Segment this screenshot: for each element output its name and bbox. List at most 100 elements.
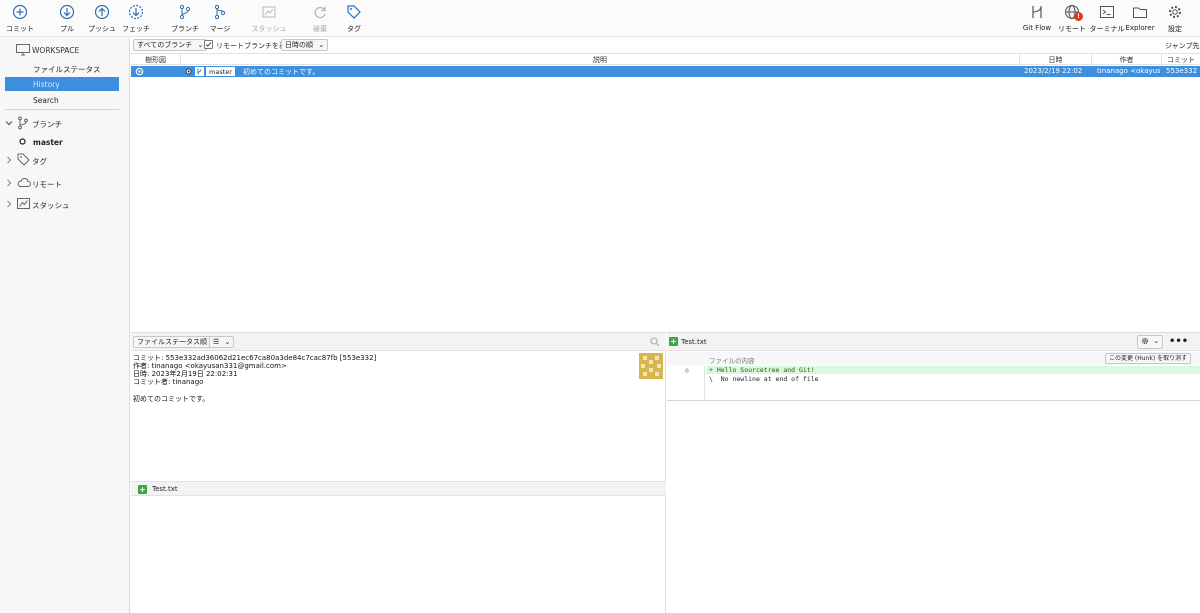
file-sort-label: ファイルステータス順 <box>137 338 207 346</box>
col-description[interactable]: 説明 <box>181 54 1020 66</box>
workspace-header[interactable]: WORKSPACE <box>0 43 130 59</box>
current-branch-icon <box>19 138 26 145</box>
explorer-label: Explorer <box>1125 24 1155 32</box>
diff-options-dropdown[interactable]: ⌄ <box>1137 335 1164 349</box>
chevron-right-icon <box>7 179 12 187</box>
discard-hunk-label: この変更 (Hunk) を取り消す <box>1109 355 1188 362</box>
commit-button[interactable]: コミット <box>0 4 40 35</box>
view-mode-dropdown[interactable]: ☰ ⌄ <box>209 336 235 348</box>
branch-filter-dropdown[interactable]: すべてのブランチ ⌄ <box>133 39 208 51</box>
col-graph[interactable]: 樹形図 <box>131 54 181 66</box>
show-remote-checkbox[interactable] <box>204 40 213 49</box>
jump-to-label[interactable]: ジャンプ先: <box>1165 41 1200 51</box>
changed-files-row[interactable]: + Test.txt <box>131 481 666 496</box>
branch-button[interactable]: ブランチ <box>165 4 205 35</box>
sort-order-dropdown[interactable]: 日時の順 ⌄ <box>281 39 329 51</box>
more-options-icon[interactable]: ••• <box>1169 336 1188 347</box>
monitor-icon <box>16 44 30 56</box>
diff-file-name: Test.txt <box>681 338 707 346</box>
commit-message: 初めてのコミットです。 <box>243 68 320 76</box>
sidebar-item-branch-master[interactable]: master <box>5 135 119 149</box>
sidebar: WORKSPACE ファイルステータス History Search ブランチ … <box>0 38 130 613</box>
fetch-icon <box>128 4 144 20</box>
merge-label: マージ <box>209 25 231 33</box>
commit-date: 2023/2/19 22:02 <box>1024 67 1083 75</box>
check-icon <box>205 42 212 47</box>
folder-icon <box>1133 7 1147 18</box>
sidebar-item-file-status[interactable]: ファイルステータス <box>5 61 119 75</box>
head-marker-icon <box>185 68 192 75</box>
stashes-header[interactable]: スタッシュ <box>0 196 130 212</box>
toolbar: コミット プル プッシュ フェッチ ブランチ マージ スタッシュ 破棄 タグ G… <box>0 0 1200 37</box>
git-flow-label: Git Flow <box>1022 24 1052 32</box>
branch-icon <box>179 4 191 20</box>
arrow-up-circle-icon <box>94 4 110 20</box>
branches-label: ブランチ <box>32 120 62 129</box>
cloud-icon <box>17 178 31 187</box>
branches-header[interactable]: ブランチ <box>0 115 130 131</box>
chevron-down-icon: ⌄ <box>318 41 325 49</box>
remote-button[interactable]: ! リモート <box>1052 4 1092 35</box>
undo-icon <box>314 6 326 19</box>
line-number: 0 <box>685 367 689 375</box>
arrow-down-circle-icon <box>59 4 75 20</box>
terminal-icon <box>1100 6 1114 18</box>
list-icon: ☰ <box>213 338 220 346</box>
chevron-down-icon: ⌄ <box>1153 337 1160 345</box>
col-commit[interactable]: コミット <box>1162 54 1200 66</box>
workspace-label: WORKSPACE <box>32 46 80 55</box>
branch-label: ブランチ <box>171 25 199 33</box>
stashes-label: スタッシュ <box>32 201 70 210</box>
avatar <box>639 353 663 379</box>
stash-button[interactable]: スタッシュ <box>249 4 289 35</box>
remotes-label: リモート <box>32 180 62 189</box>
chevron-down-icon: ⌄ <box>224 338 231 346</box>
commit-label: コミット <box>6 25 34 33</box>
sidebar-item-search[interactable]: Search <box>5 93 119 107</box>
branch-label-master[interactable]: master <box>206 67 235 76</box>
branch-icon <box>18 116 28 130</box>
chevron-down-icon: ⌄ <box>197 41 204 49</box>
pull-button[interactable]: プル <box>47 4 87 35</box>
hunk-header: ファイルの内容 この変更 (Hunk) を取り消す <box>667 352 1200 365</box>
identicon-icon <box>641 356 661 376</box>
remote-warning-badge: ! <box>1074 12 1083 21</box>
settings-button[interactable]: 設定 <box>1155 4 1195 35</box>
added-line: + Hello Sourcetree and Git! <box>706 366 1200 374</box>
col-date[interactable]: 日時 <box>1020 54 1092 66</box>
search-icon[interactable] <box>650 337 660 347</box>
git-flow-button[interactable]: Git Flow <box>1017 4 1057 35</box>
stash-icon <box>262 6 276 18</box>
chevron-down-icon <box>5 121 13 126</box>
merge-icon <box>214 4 226 20</box>
added-line-text: + Hello Sourcetree and Git! <box>709 366 815 374</box>
merge-button[interactable]: マージ <box>200 4 240 35</box>
branch-tag-icon <box>195 67 204 76</box>
discard-hunk-button[interactable]: この変更 (Hunk) を取り消す <box>1105 353 1192 364</box>
no-newline-line: \ No newline at end of file <box>709 375 819 383</box>
sidebar-divider <box>5 109 119 110</box>
fetch-button[interactable]: フェッチ <box>116 4 156 35</box>
commit-node-icon <box>135 67 144 76</box>
tags-header[interactable]: タグ <box>0 152 130 168</box>
commit-message-body: 初めてのコミットです。 <box>133 395 210 403</box>
added-file-icon: + <box>138 485 147 494</box>
chevron-right-icon <box>7 200 12 208</box>
commit-list-panel: すべてのブランチ ⌄ リモートブランチを表示 日時の順 ⌄ ジャンプ先: 樹形図… <box>131 38 1200 331</box>
col-author[interactable]: 作者 <box>1092 54 1162 66</box>
remotes-header[interactable]: リモート <box>0 175 130 191</box>
table-row[interactable]: master 初めてのコミットです。 2023/2/19 22:02 tinan… <box>131 66 1200 77</box>
tags-label: タグ <box>32 157 47 166</box>
sidebar-item-label: master <box>33 138 63 147</box>
sidebar-item-label: Search <box>33 96 59 105</box>
stash-label: スタッシュ <box>251 25 287 33</box>
chevron-right-icon <box>7 156 12 164</box>
gear-icon <box>1141 337 1149 345</box>
explorer-button[interactable]: Explorer <box>1120 4 1160 35</box>
tag-button[interactable]: タグ <box>334 4 374 35</box>
pull-label: プル <box>60 25 74 33</box>
sidebar-item-history[interactable]: History <box>5 77 119 91</box>
details-toolbar: ファイルステータス順 ⌄ ☰ ⌄ <box>131 333 666 351</box>
branch-filter-label: すべてのブランチ <box>137 41 193 49</box>
git-flow-icon <box>1032 6 1042 18</box>
